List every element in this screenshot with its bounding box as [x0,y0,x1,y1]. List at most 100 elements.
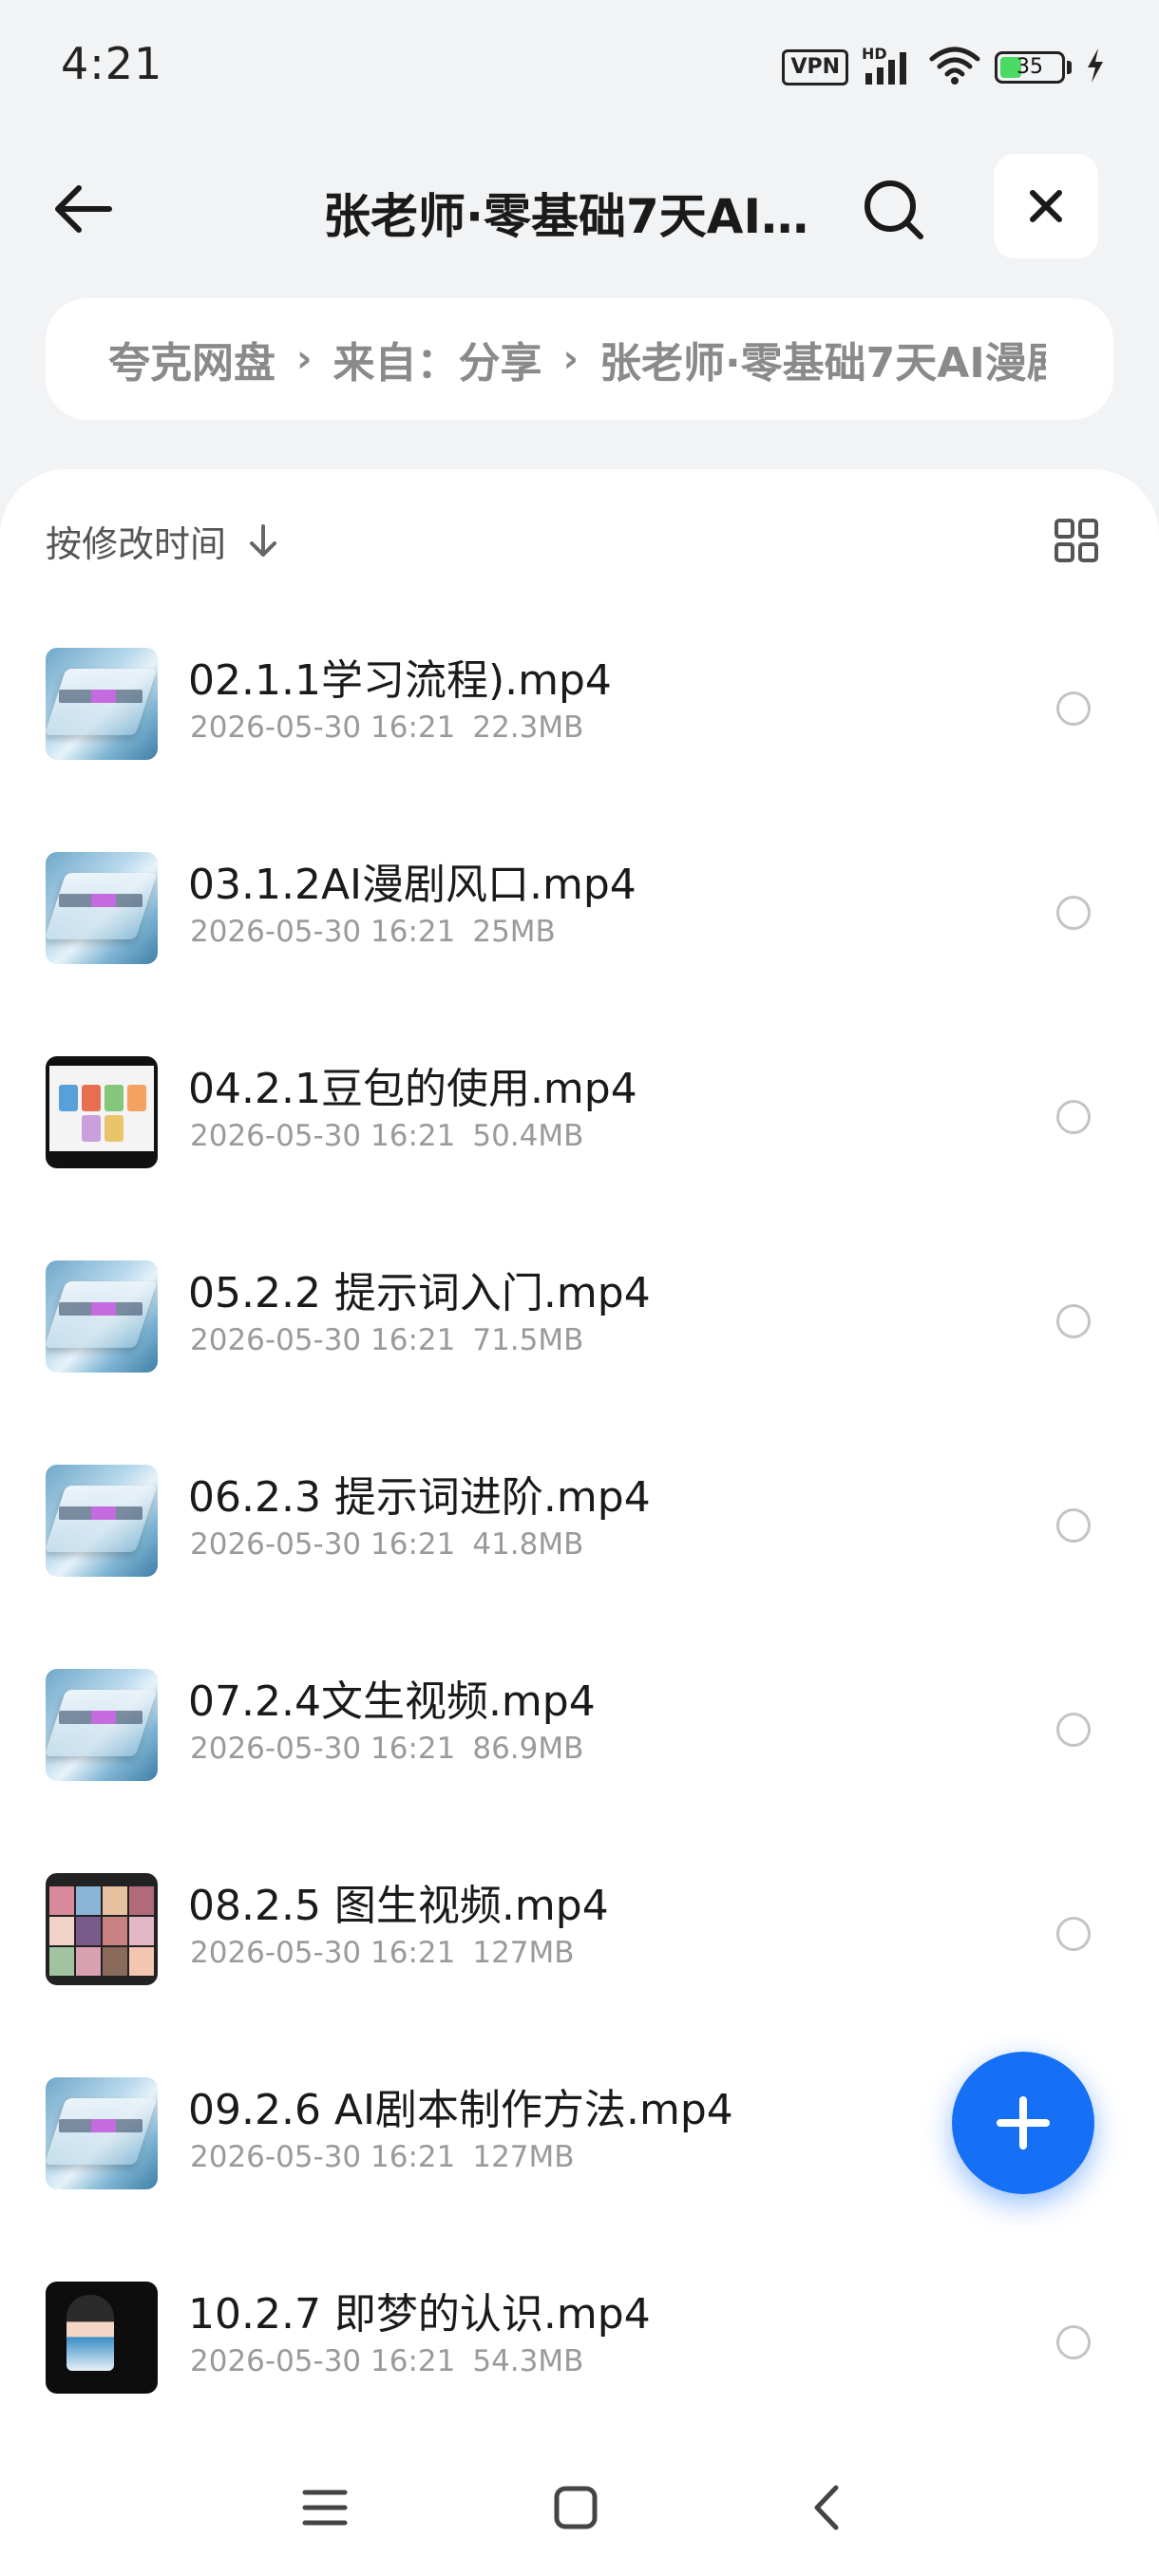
select-radio[interactable] [1056,896,1091,930]
file-meta: 2026-05-30 16:21 71.5MB [190,1323,583,1357]
breadcrumb-item-current[interactable]: 张老师·零基础7天AI漫剧 [599,329,1046,389]
file-size: 127MB [472,1936,575,1970]
status-time: 4:21 [61,38,163,89]
select-radio[interactable] [1056,1304,1091,1338]
file-meta: 2026-05-30 16:21 127MB [190,2140,575,2174]
file-meta: 2026-05-30 16:21 86.9MB [190,1732,583,1766]
file-name: 05.2.2 提示词入门.mp4 [188,1269,651,1317]
file-row[interactable]: 08.2.5 图生视频.mp4 2026-05-30 16:21 127MB [0,1850,1159,2055]
back-icon [814,2485,839,2530]
nav-back-button[interactable] [798,2479,855,2536]
file-date: 2026-05-30 16:21 [190,1119,456,1153]
arrow-down-icon [247,522,279,560]
plus-icon [997,2096,1050,2150]
video-thumbnail [46,2282,158,2394]
close-button[interactable] [994,154,1098,258]
video-thumbnail [46,1669,158,1781]
file-size: 41.8MB [472,1527,584,1562]
file-date: 2026-05-30 16:21 [190,915,456,949]
menu-icon [302,2490,348,2526]
battery-tip [1067,61,1072,74]
file-name: 08.2.5 图生视频.mp4 [188,1882,609,1930]
select-radio[interactable] [1056,1917,1091,1951]
file-row[interactable]: 05.2.2 提示词入门.mp4 2026-05-30 16:21 71.5MB [0,1238,1159,1442]
breadcrumb-item-share[interactable]: 来自：分享 [332,329,542,389]
file-panel: 按修改时间 02.1.1学习流程).mp4 2026-05-30 16:21 22… [0,469,1159,2576]
home-icon [554,2486,598,2529]
file-size: 54.3MB [472,2344,584,2378]
arrow-left-icon [55,185,112,233]
file-date: 2026-05-30 16:21 [190,710,456,745]
add-button[interactable] [952,2052,1094,2194]
video-thumbnail [46,1465,158,1577]
file-name: 09.2.6 AI剧本制作方法.mp4 [188,2086,733,2134]
file-date: 2026-05-30 16:21 [190,1732,456,1766]
file-meta: 2026-05-30 16:21 25MB [190,915,556,949]
video-thumbnail [46,2077,158,2189]
status-bar: 4:21 VPN HD 35 [0,0,1159,133]
file-name: 10.2.7 即梦的认识.mp4 [188,2290,651,2339]
select-radio[interactable] [1056,1508,1091,1543]
breadcrumb-item-root[interactable]: 夸克网盘 [108,329,276,389]
video-thumbnail [46,1260,158,1373]
file-row[interactable]: 03.1.2AI漫剧风口.mp4 2026-05-30 16:21 25MB [0,829,1159,1033]
file-size: 71.5MB [472,1323,584,1357]
select-radio[interactable] [1056,691,1091,726]
file-list: 02.1.1学习流程).mp4 2026-05-30 16:21 22.3MB 0… [0,625,1159,2463]
network-type-label: HD [862,45,887,63]
file-size: 86.9MB [472,1732,584,1766]
search-button[interactable] [855,171,935,251]
select-radio[interactable] [1056,2325,1091,2359]
file-meta: 2026-05-30 16:21 50.4MB [190,1119,583,1153]
battery-icon: 35 [995,51,1065,84]
file-date: 2026-05-30 16:21 [190,1323,456,1357]
file-size: 50.4MB [472,1119,584,1153]
system-nav-bar [0,2432,1159,2576]
file-size: 127MB [472,2140,575,2174]
file-name: 02.1.1学习流程).mp4 [188,656,612,705]
video-thumbnail [46,648,158,760]
sort-button[interactable]: 按修改时间 [46,515,279,567]
status-icons: VPN HD 35 [782,45,1106,89]
grid-view-button[interactable] [1053,517,1100,564]
video-thumbnail [46,852,158,964]
file-meta: 2026-05-30 16:21 41.8MB [190,1527,583,1562]
page-title: 张老师·零基础7天AI… [323,189,809,244]
signal-icon: HD [862,45,915,86]
header: 张老师·零基础7天AI… [0,142,1159,266]
menu-button[interactable] [296,2479,353,2536]
sort-label: 按修改时间 [46,523,227,565]
back-button[interactable] [42,169,122,249]
file-meta: 2026-05-30 16:21 22.3MB [190,710,583,745]
video-thumbnail [46,1873,158,1985]
breadcrumb-separator: › [562,337,579,381]
file-size: 25MB [472,915,556,949]
file-name: 06.2.3 提示词进阶.mp4 [188,1473,651,1522]
file-row[interactable]: 06.2.3 提示词进阶.mp4 2026-05-30 16:21 41.8MB [0,1442,1159,1646]
breadcrumb: 夸克网盘 › 来自：分享 › 张老师·零基础7天AI漫剧 [46,298,1113,420]
file-row[interactable]: 02.1.1学习流程).mp4 2026-05-30 16:21 22.3MB [0,625,1159,829]
file-meta: 2026-05-30 16:21 54.3MB [190,2344,583,2378]
charging-icon [1085,47,1106,88]
wifi-icon [928,46,981,89]
search-icon [864,180,923,239]
file-date: 2026-05-30 16:21 [190,1527,456,1562]
breadcrumb-separator: › [296,337,313,381]
select-radio[interactable] [1056,1713,1091,1747]
video-thumbnail [46,1056,158,1168]
file-meta: 2026-05-30 16:21 127MB [190,1936,575,1970]
vpn-badge: VPN [782,49,848,85]
file-date: 2026-05-30 16:21 [190,1936,456,1970]
battery-percent: 35 [1016,55,1043,79]
close-icon [1030,190,1062,222]
grid-view-icon [1054,519,1098,562]
file-name: 04.2.1豆包的使用.mp4 [188,1065,637,1113]
home-button[interactable] [547,2479,604,2536]
file-name: 03.1.2AI漫剧风口.mp4 [188,861,636,909]
file-date: 2026-05-30 16:21 [190,2140,456,2174]
file-date: 2026-05-30 16:21 [190,2344,456,2378]
select-radio[interactable] [1056,1100,1091,1134]
file-row[interactable]: 04.2.1豆包的使用.mp4 2026-05-30 16:21 50.4MB [0,1033,1159,1238]
file-row[interactable]: 07.2.4文生视频.mp4 2026-05-30 16:21 86.9MB [0,1646,1159,1850]
file-size: 22.3MB [472,710,584,745]
